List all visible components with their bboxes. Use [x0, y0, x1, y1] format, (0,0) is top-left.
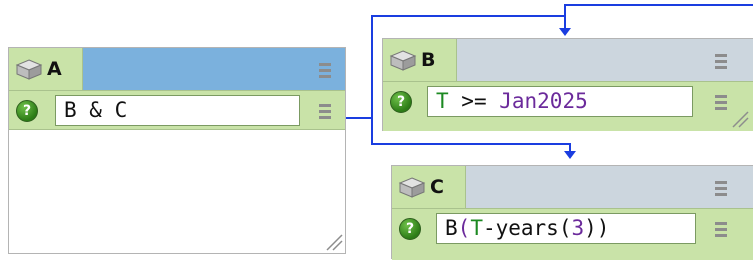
node-a-header[interactable]: A	[9, 48, 345, 90]
node-c-header-tag: C	[392, 166, 466, 208]
node-a-condition-row: ? B & C	[9, 90, 345, 130]
node-c-header-menu-icon[interactable]	[715, 178, 727, 199]
arrow-to-b	[559, 28, 571, 36]
node-b-header-menu-icon[interactable]	[715, 51, 727, 72]
expr-close-parens: ))	[584, 216, 609, 240]
expr-number: 3	[571, 216, 584, 240]
node-c-expression-field[interactable]: B(T-years(3))	[436, 213, 696, 244]
arrow-to-c	[564, 151, 576, 159]
node-a-expression-field[interactable]: B & C	[55, 95, 300, 126]
node-c-row-menu-icon[interactable]	[715, 219, 727, 240]
node-b-condition-row: ? T >= Jan2025	[383, 81, 753, 131]
node-b-header-tag: B	[383, 39, 457, 81]
question-icon[interactable]: ?	[390, 91, 412, 113]
node-c-condition-row: ? B(T-years(3))	[392, 208, 753, 260]
node-b-expression-field[interactable]: T >= Jan2025	[427, 86, 693, 117]
node-b-header[interactable]: B	[383, 39, 753, 81]
cube-icon	[398, 176, 426, 198]
node-c[interactable]: C ? B(T-years(3))	[391, 165, 753, 259]
node-c-header[interactable]: C	[392, 166, 753, 208]
cube-icon	[15, 58, 43, 80]
question-icon[interactable]: ?	[399, 218, 421, 240]
wire-b-from-right	[565, 5, 753, 16]
node-b-title: B	[421, 49, 435, 71]
expr-var-t: T	[436, 89, 449, 113]
cube-icon	[389, 49, 417, 71]
node-a[interactable]: A ? B & C	[8, 47, 346, 254]
node-a-header-tag: A	[9, 48, 83, 90]
expr-var-t: T	[470, 216, 483, 240]
node-a-title: A	[47, 58, 62, 80]
expr-open-paren: (	[458, 216, 471, 240]
expr-minus-years: -years(	[483, 216, 572, 240]
expr-operator: >=	[449, 89, 500, 113]
resize-corner-icon[interactable]	[731, 110, 749, 128]
question-icon[interactable]: ?	[16, 100, 38, 122]
expr-date: Jan2025	[499, 89, 588, 113]
node-a-header-menu-icon[interactable]	[319, 60, 331, 81]
resize-corner-icon[interactable]	[325, 233, 343, 251]
node-c-title: C	[430, 176, 444, 198]
expr-fn: B	[445, 216, 458, 240]
node-b[interactable]: B ? T >= Jan2025	[382, 38, 753, 131]
node-a-row-menu-icon[interactable]	[319, 101, 331, 122]
node-b-row-menu-icon[interactable]	[715, 92, 727, 113]
